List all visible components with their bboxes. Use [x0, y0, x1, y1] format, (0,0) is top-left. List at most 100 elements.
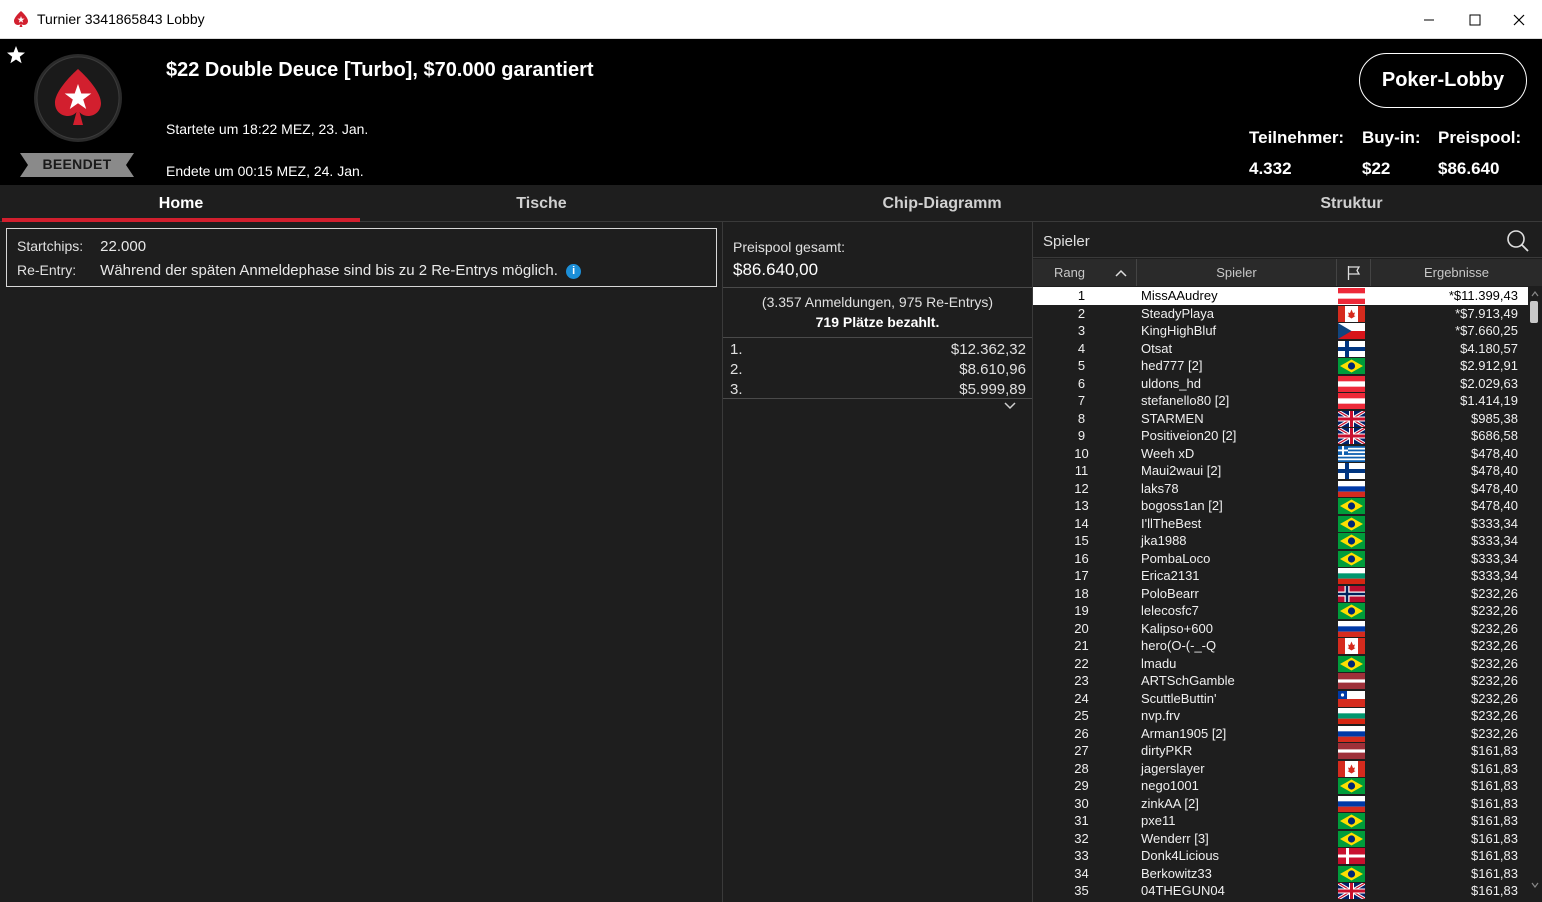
player-result: $2.029,63: [1460, 375, 1518, 391]
country-flag-icon: [1338, 830, 1365, 847]
player-rank: 28: [1074, 760, 1089, 776]
minimize-icon: [1424, 19, 1434, 20]
country-flag-icon: [1338, 463, 1365, 479]
player-row[interactable]: 27 dirtyPKR $161,83: [1033, 742, 1528, 760]
player-rank: 30: [1074, 795, 1089, 811]
player-row[interactable]: 7 stefanello80 [2] $1.414,19: [1033, 392, 1528, 410]
close-button[interactable]: [1496, 0, 1542, 39]
player-rank: 34: [1074, 865, 1089, 881]
window-title: Turnier 3341865843 Lobby: [37, 11, 205, 27]
player-row[interactable]: 20 Kalipso+600 $232,26: [1033, 620, 1528, 638]
column-header-results[interactable]: Ergebnisse: [1371, 259, 1542, 286]
player-row[interactable]: 1 MissAAudrey *$11.399,43: [1033, 287, 1528, 305]
player-row[interactable]: 29 nego1001 $161,83: [1033, 777, 1528, 795]
player-result: $232,26: [1471, 690, 1518, 706]
player-row[interactable]: 17 Erica2131 $333,34: [1033, 567, 1528, 585]
tab-home[interactable]: Home: [2, 185, 360, 222]
maximize-button[interactable]: [1452, 0, 1498, 39]
column-header-rank[interactable]: Rang: [1033, 259, 1137, 286]
scroll-up-icon[interactable]: [1530, 289, 1540, 299]
player-row[interactable]: 18 PoloBearr $232,26: [1033, 585, 1528, 603]
player-row[interactable]: 13 bogoss1an [2] $478,40: [1033, 497, 1528, 515]
player-row[interactable]: 32 Wenderr [3] $161,83: [1033, 830, 1528, 848]
scrollbar-thumb[interactable]: [1530, 301, 1538, 323]
status-badge: BEENDET: [20, 153, 134, 177]
player-name: Wenderr [3]: [1141, 830, 1209, 846]
player-row[interactable]: 31 pxe11 $161,83: [1033, 812, 1528, 830]
player-name: Positiveion20 [2]: [1141, 428, 1237, 443]
column-header-country[interactable]: [1337, 259, 1371, 286]
column-header-player[interactable]: Spieler: [1137, 259, 1337, 286]
prize-place: 2.: [730, 361, 743, 378]
player-result: $232,26: [1471, 638, 1518, 653]
scroll-down-icon[interactable]: [1530, 880, 1540, 890]
player-row[interactable]: 16 PombaLoco $333,34: [1033, 550, 1528, 568]
country-flag-icon: [1338, 288, 1365, 304]
player-row[interactable]: 10 Weeh xD $478,40: [1033, 445, 1528, 463]
player-result: $478,40: [1471, 498, 1518, 513]
player-row[interactable]: 12 laks78 $478,40: [1033, 480, 1528, 498]
prize-row: 3. $5.999,89: [723, 379, 1032, 399]
player-row[interactable]: 23 ARTSchGamble $232,26: [1033, 672, 1528, 690]
reentry-label: Re-Entry:: [17, 262, 77, 278]
player-list-scrollbar[interactable]: [1528, 287, 1542, 902]
tab-structure[interactable]: Struktur: [1161, 185, 1542, 222]
flag-icon: [1347, 265, 1360, 280]
country-flag-icon: [1338, 305, 1365, 322]
player-row[interactable]: 9 Positiveion20 [2] $686,58: [1033, 427, 1528, 445]
country-flag-icon: [1338, 655, 1365, 672]
player-row[interactable]: 6 uldons_hd $2.029,63: [1033, 375, 1528, 393]
minimize-button[interactable]: [1406, 0, 1452, 39]
player-row[interactable]: 26 Arman1905 [2] $232,26: [1033, 725, 1528, 743]
country-flag-icon: [1338, 480, 1365, 497]
player-result: $333,34: [1471, 550, 1518, 566]
end-time: Endete um 00:15 MEZ, 24. Jan.: [166, 163, 364, 179]
player-row[interactable]: 34 Berkowitz33 $161,83: [1033, 865, 1528, 883]
player-search[interactable]: Spieler: [1033, 224, 1542, 258]
player-result: $478,40: [1471, 445, 1518, 461]
stat-buyin-value: $22: [1362, 159, 1391, 178]
prize-amount: $8.610,96: [959, 361, 1026, 378]
player-row[interactable]: 22 lmadu $232,26: [1033, 655, 1528, 673]
country-flag-icon: [1338, 673, 1365, 689]
player-row[interactable]: 25 nvp.frv $232,26: [1033, 707, 1528, 725]
country-flag-icon: [1338, 778, 1365, 794]
search-icon[interactable]: [1506, 229, 1530, 253]
sort-ascending-icon: [1115, 269, 1127, 277]
player-result: $232,26: [1471, 620, 1518, 636]
tab-tables[interactable]: Tische: [360, 185, 723, 222]
player-name: Berkowitz33: [1141, 865, 1212, 881]
player-rank: 3: [1077, 323, 1086, 338]
player-row[interactable]: 15 jka1988 $333,34: [1033, 532, 1528, 550]
player-row[interactable]: 35 04THEGUN04 $161,83: [1033, 882, 1528, 900]
stat-participants-value: 4.332: [1249, 159, 1292, 178]
player-row[interactable]: 28 jagerslayer $161,83: [1033, 760, 1528, 778]
info-icon[interactable]: i: [566, 264, 582, 279]
player-name: Erica2131: [1141, 568, 1200, 583]
player-result: $478,40: [1471, 480, 1518, 496]
player-row[interactable]: 3 KingHighBluf *$7.660,25: [1033, 322, 1528, 340]
startchips-label: Startchips:: [17, 238, 84, 254]
player-list: 1 MissAAudrey *$11.399,43 2 SteadyPlaya *$7.9…: [1033, 287, 1528, 902]
player-row[interactable]: 14 I'llTheBest $333,34: [1033, 515, 1528, 533]
player-result: $985,38: [1471, 410, 1518, 426]
divider: [723, 398, 1032, 399]
player-row[interactable]: 24 ScuttleButtin' $232,26: [1033, 690, 1528, 708]
player-row[interactable]: 19 lelecosfc7 $232,26: [1033, 602, 1528, 620]
player-row[interactable]: 33 Donk4Licious $161,83: [1033, 847, 1528, 865]
player-rank: 16: [1074, 550, 1089, 566]
player-row[interactable]: 21 hero(O-(-_-Q $232,26: [1033, 637, 1528, 655]
player-row[interactable]: 2 SteadyPlaya *$7.913,49: [1033, 305, 1528, 323]
favorite-star-icon[interactable]: [6, 45, 26, 65]
poker-lobby-button[interactable]: Poker-Lobby: [1359, 53, 1527, 108]
player-row[interactable]: 5 hed777 [2] $2.912,91: [1033, 357, 1528, 375]
player-row[interactable]: 11 Maui2waui [2] $478,40: [1033, 462, 1528, 480]
player-row[interactable]: 4 Otsat $4.180,57: [1033, 340, 1528, 358]
player-row[interactable]: 30 zinkAA [2] $161,83: [1033, 795, 1528, 813]
close-icon: [1513, 14, 1525, 25]
prize-place: 3.: [730, 381, 743, 398]
expand-chevron-down-icon[interactable]: [1003, 401, 1017, 411]
player-row[interactable]: 8 STARMEN $985,38: [1033, 410, 1528, 428]
tab-chip-chart[interactable]: Chip-Diagramm: [723, 185, 1161, 222]
prize-row: 2. $8.610,96: [723, 359, 1032, 379]
